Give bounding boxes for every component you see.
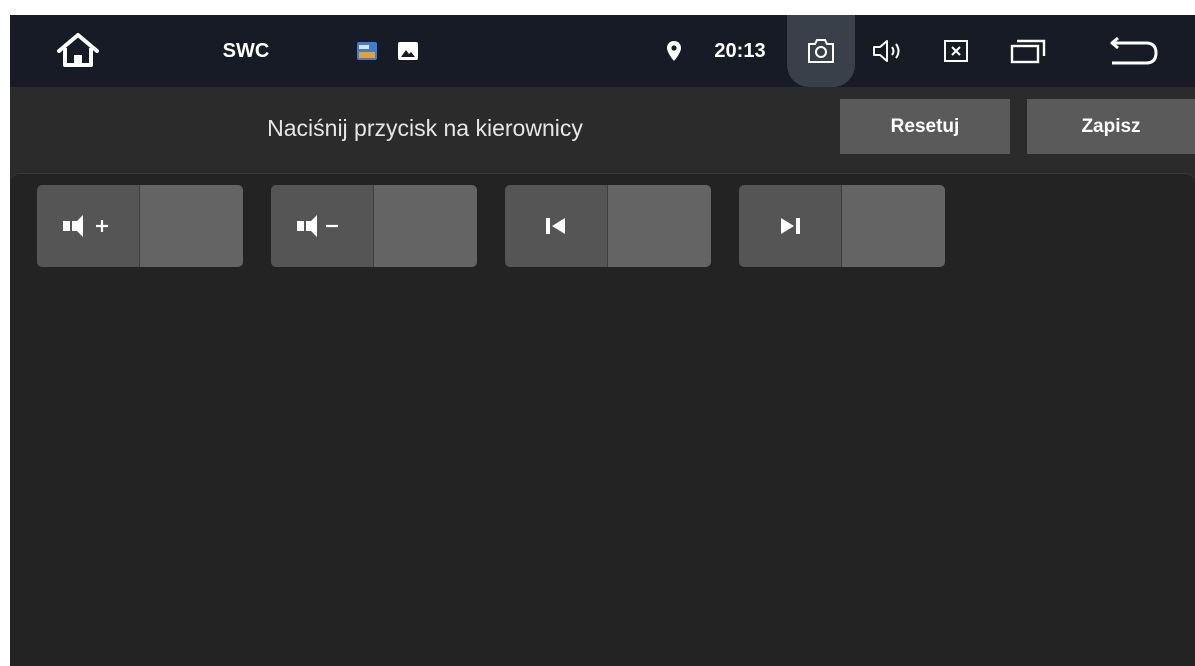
location-pin-icon [663, 15, 685, 87]
previous-track-icon [546, 218, 565, 234]
app-title: SWC [222, 39, 270, 62]
key-assignment-slot[interactable] [374, 185, 477, 267]
back-icon [1110, 37, 1158, 65]
swc-header: Naciśnij przycisk na kierownicy Resetuj … [10, 87, 1195, 169]
recent-apps-icon [1010, 39, 1046, 64]
key-icon-cell [37, 185, 140, 267]
key-next-track[interactable] [739, 185, 945, 267]
volume-up-icon [63, 215, 108, 237]
save-button[interactable]: Zapisz [1027, 99, 1195, 154]
recent-apps-button[interactable] [1005, 15, 1051, 87]
volume-down-icon [297, 215, 338, 237]
home-icon [57, 33, 99, 67]
close-window-icon [944, 40, 968, 62]
screenshot-button[interactable] [801, 15, 841, 87]
volume-button[interactable] [867, 15, 911, 87]
image-icon[interactable] [396, 15, 420, 87]
key-previous-track[interactable] [505, 185, 711, 267]
key-icon-cell [739, 185, 842, 267]
key-assignment-slot[interactable] [842, 185, 945, 267]
swc-screen: SWC 20:13 Naciśnij przycisk na kierownic… [10, 15, 1195, 666]
volume-icon [873, 40, 900, 62]
app-thumbnail-icon[interactable] [355, 15, 379, 87]
status-bar: SWC 20:13 [10, 15, 1195, 87]
instruction-text: Naciśnij przycisk na kierownicy [267, 114, 583, 141]
key-assignment-slot[interactable] [140, 185, 243, 267]
reset-button[interactable]: Resetuj [840, 99, 1010, 154]
close-window-button[interactable] [936, 15, 976, 87]
key-volume-down[interactable] [271, 185, 477, 267]
key-assignment-slot[interactable] [608, 185, 711, 267]
key-assignment-panel [10, 173, 1195, 666]
key-icon-cell [271, 185, 374, 267]
home-button[interactable] [38, 15, 118, 87]
key-volume-up[interactable] [37, 185, 243, 267]
back-button[interactable] [1104, 15, 1164, 87]
key-icon-cell [505, 185, 608, 267]
screenshot-icon [808, 39, 834, 63]
clock: 20:13 [714, 39, 766, 62]
next-track-icon [781, 218, 800, 234]
